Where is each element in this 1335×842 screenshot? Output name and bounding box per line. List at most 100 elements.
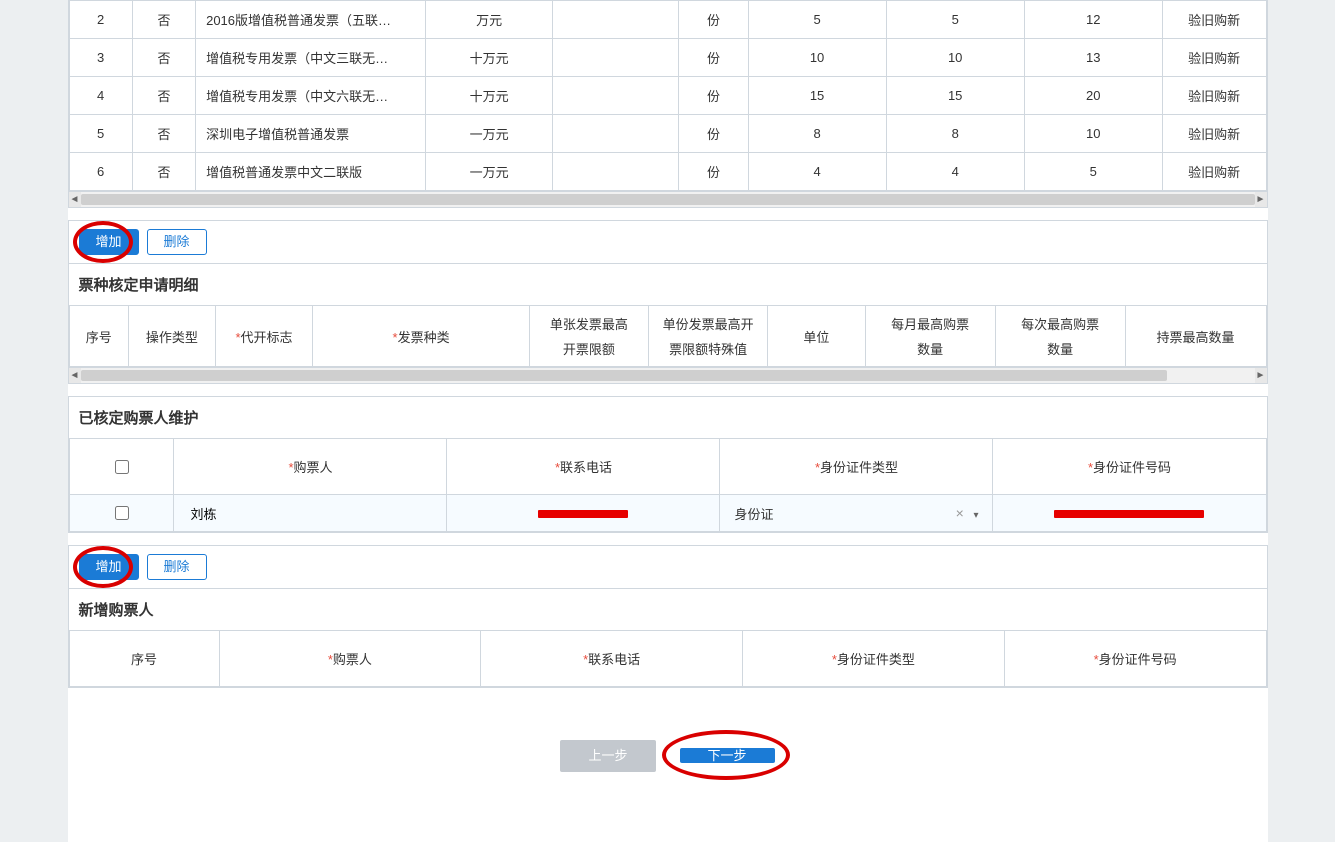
table-cell: 份: [679, 1, 748, 39]
col-seq: 序号: [69, 631, 219, 687]
table-cell: 验旧购新: [1162, 77, 1266, 115]
horizontal-scrollbar[interactable]: ◄ ►: [69, 191, 1267, 207]
table-row: 3否增值税专用发票（中文三联无…十万元份101013验旧购新: [69, 39, 1266, 77]
table-row: 6否增值税普通发票中文二联版一万元份445验旧购新: [69, 153, 1266, 191]
apply-detail-section: 增加 删除 票种核定申请明细 序号 操作类型 *代开标志 *发票种类 单张发票最…: [68, 220, 1268, 384]
table-cell: 3: [69, 39, 132, 77]
redacted-id-no: [1054, 510, 1204, 518]
table-cell: 2: [69, 1, 132, 39]
existing-types-section: 2否2016版增值税普通发票（五联…万元份5512验旧购新3否增值税专用发票（中…: [68, 0, 1268, 208]
table-cell: 13: [1024, 39, 1162, 77]
footer-buttons: 上一步 下一步: [68, 700, 1268, 782]
col-seq: 序号: [69, 306, 129, 367]
table-cell: 5: [748, 1, 886, 39]
row-checkbox[interactable]: [115, 506, 129, 520]
table-cell: 十万元: [426, 77, 553, 115]
table-cell: 4: [886, 153, 1024, 191]
table-cell: [552, 39, 679, 77]
table-cell: 2016版增值税普通发票（五联…: [196, 1, 426, 39]
table-cell: 否: [132, 39, 195, 77]
table-cell: 深圳电子增值税普通发票: [196, 115, 426, 153]
redacted-phone: [538, 510, 628, 518]
table-row: 2否2016版增值税普通发票（五联…万元份5512验旧购新: [69, 1, 1266, 39]
col-id-no: *身份证件号码: [993, 439, 1266, 495]
col-check: [69, 439, 174, 495]
table-cell: 15: [886, 77, 1024, 115]
col-agent: *代开标志: [215, 306, 312, 367]
col-hold: 持票最高数量: [1125, 306, 1266, 367]
col-phone: *联系电话: [447, 439, 720, 495]
chevron-down-icon[interactable]: ▾: [973, 510, 978, 521]
table-cell: 20: [1024, 77, 1162, 115]
scroll-left-arrow[interactable]: ◄: [69, 368, 81, 383]
id-type-select[interactable]: 身份证 × ▾: [726, 503, 986, 523]
table-cell: 增值税普通发票中文二联版: [196, 153, 426, 191]
table-row: 4否增值税专用发票（中文六联无…十万元份151520验旧购新: [69, 77, 1266, 115]
table-cell: 6: [69, 153, 132, 191]
table-row: 5否深圳电子增值税普通发票一万元份8810验旧购新: [69, 115, 1266, 153]
new-buyer-title: 新增购票人: [69, 589, 1267, 630]
add-button[interactable]: 增加: [79, 229, 139, 255]
table-cell: 份: [679, 115, 748, 153]
table-cell: 增值税专用发票（中文三联无…: [196, 39, 426, 77]
table-cell: 否: [132, 153, 195, 191]
table-cell: 8: [748, 115, 886, 153]
table-cell: [552, 115, 679, 153]
table-cell: 万元: [426, 1, 553, 39]
buyer-maint-section: 已核定购票人维护 *购票人 *联系电话 *身份证件类型 *身份证件号码: [68, 396, 1268, 533]
col-id-type: *身份证件类型: [743, 631, 1005, 687]
apply-detail-buttons: 增加 删除: [69, 221, 1267, 264]
col-buyer: *购票人: [219, 631, 481, 687]
buyer-name-input[interactable]: [186, 504, 440, 523]
existing-types-table: 2否2016版增值税普通发票（五联…万元份5512验旧购新3否增值税专用发票（中…: [69, 0, 1267, 191]
col-id-type: *身份证件类型: [720, 439, 993, 495]
select-all-checkbox[interactable]: [115, 460, 129, 474]
new-buyer-table: 序号 *购票人 *联系电话 *身份证件类型 *身份证件号码: [69, 630, 1267, 687]
table-cell: 10: [1024, 115, 1162, 153]
table-cell: 增值税专用发票（中文六联无…: [196, 77, 426, 115]
clear-icon[interactable]: ×: [956, 505, 964, 521]
table-cell: 8: [886, 115, 1024, 153]
table-cell: 验旧购新: [1162, 115, 1266, 153]
id-type-value: 身份证: [734, 504, 773, 523]
buyer-maint-title: 已核定购票人维护: [69, 397, 1267, 438]
col-id-no: *身份证件号码: [1004, 631, 1266, 687]
col-phone: *联系电话: [481, 631, 743, 687]
table-cell: 十万元: [426, 39, 553, 77]
horizontal-scrollbar[interactable]: ◄ ►: [69, 367, 1267, 383]
apply-detail-title: 票种核定申请明细: [69, 264, 1267, 305]
col-unit-limit: 单份发票最高开 票限额特殊值: [649, 306, 768, 367]
new-buyer-buttons: 增加 删除: [69, 546, 1267, 589]
col-month: 每月最高购票 数量: [865, 306, 995, 367]
col-op: 操作类型: [129, 306, 216, 367]
scroll-right-arrow[interactable]: ►: [1255, 192, 1267, 207]
table-cell: 份: [679, 39, 748, 77]
apply-detail-table: 序号 操作类型 *代开标志 *发票种类 单张发票最高 开票限额 单份发票最高开 …: [69, 305, 1267, 367]
table-cell: 5: [886, 1, 1024, 39]
table-cell: 5: [1024, 153, 1162, 191]
col-unit: 单位: [768, 306, 865, 367]
delete-button[interactable]: 删除: [147, 229, 207, 255]
table-cell: 15: [748, 77, 886, 115]
table-cell: 份: [679, 77, 748, 115]
table-cell: 5: [69, 115, 132, 153]
buyer-row: 身份证 × ▾: [69, 495, 1266, 532]
table-cell: 份: [679, 153, 748, 191]
scroll-right-arrow[interactable]: ►: [1255, 368, 1267, 383]
table-cell: 一万元: [426, 115, 553, 153]
add-button[interactable]: 增加: [79, 554, 139, 580]
col-each: 每次最高购票 数量: [995, 306, 1125, 367]
new-buyer-section: 增加 删除 新增购票人 序号 *购票人 *联系电话 *身份证件类型 *身份证件号…: [68, 545, 1268, 688]
scroll-left-arrow[interactable]: ◄: [69, 192, 81, 207]
table-cell: 4: [69, 77, 132, 115]
table-cell: [552, 153, 679, 191]
next-step-button[interactable]: 下一步: [680, 748, 775, 763]
col-type: *发票种类: [313, 306, 530, 367]
prev-step-button[interactable]: 上一步: [560, 740, 655, 772]
table-cell: 验旧购新: [1162, 39, 1266, 77]
table-cell: 4: [748, 153, 886, 191]
table-cell: 否: [132, 115, 195, 153]
table-cell: 验旧购新: [1162, 1, 1266, 39]
delete-button[interactable]: 删除: [147, 554, 207, 580]
table-cell: 一万元: [426, 153, 553, 191]
